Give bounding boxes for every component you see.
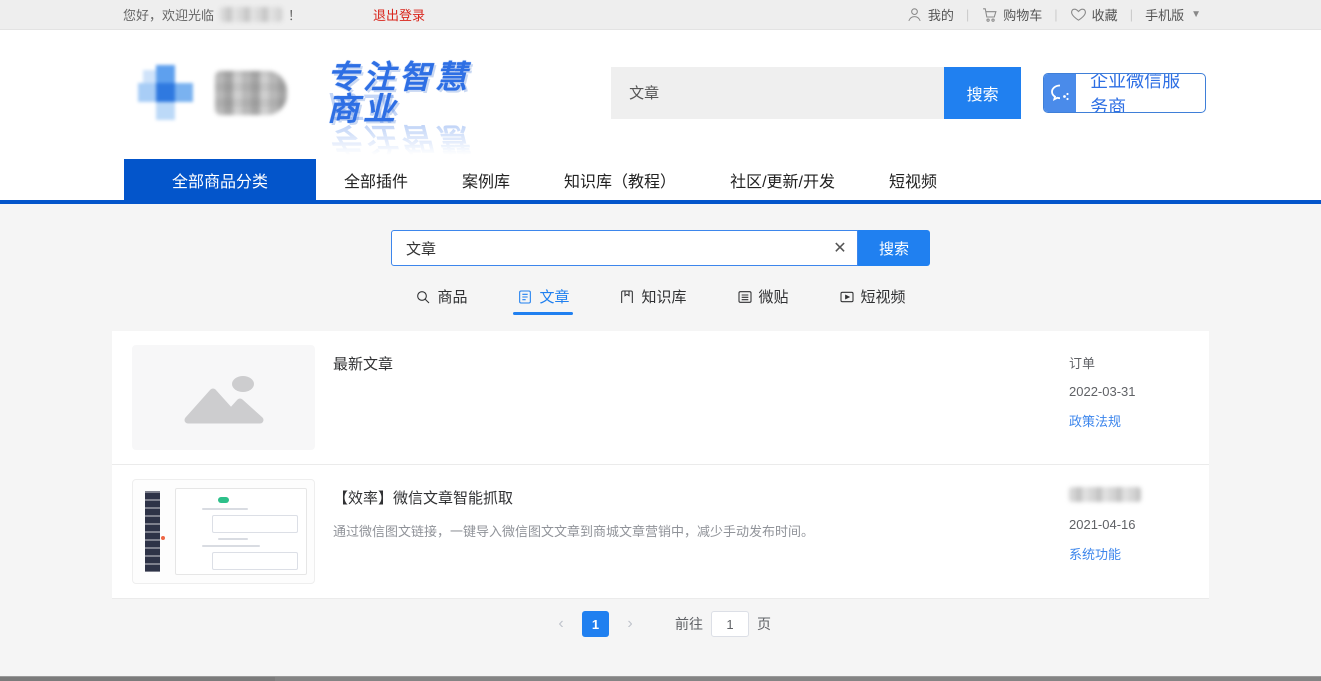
result-meta-top: 订单 bbox=[1069, 353, 1189, 372]
goto-page-input[interactable] bbox=[711, 611, 749, 637]
site-logo[interactable] bbox=[138, 65, 287, 120]
thumb-toggle bbox=[218, 497, 229, 503]
book-icon bbox=[619, 289, 635, 305]
tab-products[interactable]: 商品 bbox=[415, 286, 467, 315]
article-thumbnail-screenshot bbox=[132, 479, 315, 584]
main-nav: 全部商品分类 全部插件 案例库 知识库（教程） 社区/更新/开发 短视频 bbox=[0, 155, 1321, 204]
logo-mark-icon bbox=[138, 65, 193, 120]
my-account-link[interactable]: 我的 bbox=[906, 5, 954, 24]
video-icon bbox=[839, 289, 855, 305]
tab-posts[interactable]: 微贴 bbox=[737, 286, 789, 315]
brand-slogan-reflection: 专注智慧商业 bbox=[327, 91, 506, 155]
article-thumbnail-placeholder bbox=[132, 345, 315, 450]
blurred-logo-text bbox=[215, 71, 287, 115]
divider: | bbox=[1130, 7, 1133, 22]
header-search-button[interactable]: 搜索 bbox=[944, 67, 1021, 119]
site-header: 专注智慧商业 专注智慧商业 搜索 企业微信服务商 bbox=[0, 30, 1321, 155]
tab-knowledge[interactable]: 知识库 bbox=[619, 286, 686, 315]
clear-icon[interactable]: ✕ bbox=[823, 238, 857, 258]
result-category-link[interactable]: 系统功能 bbox=[1069, 544, 1189, 563]
prev-page-icon[interactable]: ‹ bbox=[550, 615, 572, 633]
footer-edge-segment bbox=[0, 677, 275, 681]
mobile-version-menu[interactable]: 手机版 ▼ bbox=[1145, 5, 1201, 24]
wechat-work-button[interactable]: 企业微信服务商 bbox=[1043, 73, 1206, 113]
result-title[interactable]: 最新文章 bbox=[333, 353, 1039, 374]
search-icon bbox=[415, 289, 431, 305]
cart-link[interactable]: 购物车 bbox=[981, 5, 1042, 24]
brand-slogan: 专注智慧商业 专注智慧商业 bbox=[327, 61, 506, 125]
mobile-version-label: 手机版 bbox=[1145, 5, 1184, 24]
nav-all-plugins[interactable]: 全部插件 bbox=[318, 159, 434, 200]
blurred-meta bbox=[1069, 487, 1141, 502]
tab-knowledge-label: 知识库 bbox=[641, 286, 686, 307]
nav-all-categories[interactable]: 全部商品分类 bbox=[124, 159, 316, 200]
logout-link[interactable]: 退出登录 bbox=[373, 5, 425, 24]
my-account-label: 我的 bbox=[928, 5, 954, 24]
result-title[interactable]: 【效率】微信文章智能抓取 bbox=[333, 487, 1039, 508]
result-search-box: ✕ bbox=[391, 230, 858, 266]
result-row[interactable]: 【效率】微信文章智能抓取 通过微信图文链接，一键导入微信图文文章到商城文章营销中… bbox=[112, 465, 1209, 599]
nav-short-video[interactable]: 短视频 bbox=[863, 159, 963, 200]
next-page-icon[interactable]: › bbox=[619, 615, 641, 633]
greeting-text: 您好，欢迎光临 bbox=[123, 5, 214, 24]
tab-posts-label: 微贴 bbox=[759, 286, 789, 307]
thumb-admin-badge bbox=[161, 536, 165, 540]
user-icon bbox=[906, 6, 923, 23]
result-search-input[interactable] bbox=[392, 240, 823, 257]
tab-products-label: 商品 bbox=[437, 286, 467, 307]
divider: | bbox=[1054, 7, 1057, 22]
topbar: 您好，欢迎光临 ！ 退出登录 我的 | 购物车 | 收藏 | 手机版 bbox=[0, 0, 1321, 30]
divider: | bbox=[966, 7, 969, 22]
tab-videos-label: 短视频 bbox=[861, 286, 906, 307]
page-number-1[interactable]: 1 bbox=[582, 611, 609, 637]
pagination: ‹ 1 › 前往 页 bbox=[0, 611, 1321, 637]
result-type-tabs: 商品 文章 知识库 微贴 短视频 bbox=[0, 286, 1321, 315]
tab-videos[interactable]: 短视频 bbox=[839, 286, 906, 315]
header-search-input[interactable] bbox=[611, 67, 944, 119]
image-placeholder-icon bbox=[176, 366, 272, 430]
cart-label: 购物车 bbox=[1003, 5, 1042, 24]
chevron-down-icon: ▼ bbox=[1191, 9, 1201, 20]
cart-icon bbox=[981, 6, 998, 23]
main-content: ✕ 搜索 商品 文章 知识库 微贴 短视频 bbox=[0, 204, 1321, 676]
wechat-work-label: 企业微信服务商 bbox=[1076, 74, 1205, 112]
result-search-button[interactable]: 搜索 bbox=[858, 230, 930, 266]
header-search: 搜索 bbox=[611, 67, 1021, 119]
thumb-admin-sidebar bbox=[140, 485, 165, 578]
result-category-link[interactable]: 政策法规 bbox=[1069, 411, 1189, 430]
heart-icon bbox=[1070, 6, 1087, 23]
favorites-label: 收藏 bbox=[1092, 5, 1118, 24]
tab-articles-label: 文章 bbox=[539, 286, 569, 307]
greeting-suffix: ！ bbox=[288, 5, 301, 24]
thumb-admin-panel bbox=[175, 488, 307, 575]
wechat-work-icon bbox=[1044, 74, 1076, 112]
footer-edge bbox=[0, 676, 1321, 681]
results-list: 最新文章 订单 2022-03-31 政策法规 bbox=[112, 331, 1209, 599]
blurred-username bbox=[220, 7, 282, 22]
result-row[interactable]: 最新文章 订单 2022-03-31 政策法规 bbox=[112, 331, 1209, 465]
goto-label: 前往 bbox=[675, 614, 703, 634]
list-icon bbox=[737, 289, 753, 305]
nav-case-library[interactable]: 案例库 bbox=[436, 159, 536, 200]
nav-community[interactable]: 社区/更新/开发 bbox=[704, 159, 861, 200]
result-date: 2021-04-16 bbox=[1069, 517, 1189, 532]
page-unit-label: 页 bbox=[757, 614, 771, 634]
result-description: 通过微信图文链接，一键导入微信图文文章到商城文章营销中，减少手动发布时间。 bbox=[333, 522, 1039, 542]
nav-knowledge-base[interactable]: 知识库（教程） bbox=[538, 159, 702, 200]
article-icon bbox=[517, 289, 533, 305]
result-date: 2022-03-31 bbox=[1069, 384, 1189, 399]
tab-articles[interactable]: 文章 bbox=[517, 286, 569, 315]
result-search-row: ✕ 搜索 bbox=[0, 204, 1321, 266]
favorites-link[interactable]: 收藏 bbox=[1070, 5, 1118, 24]
